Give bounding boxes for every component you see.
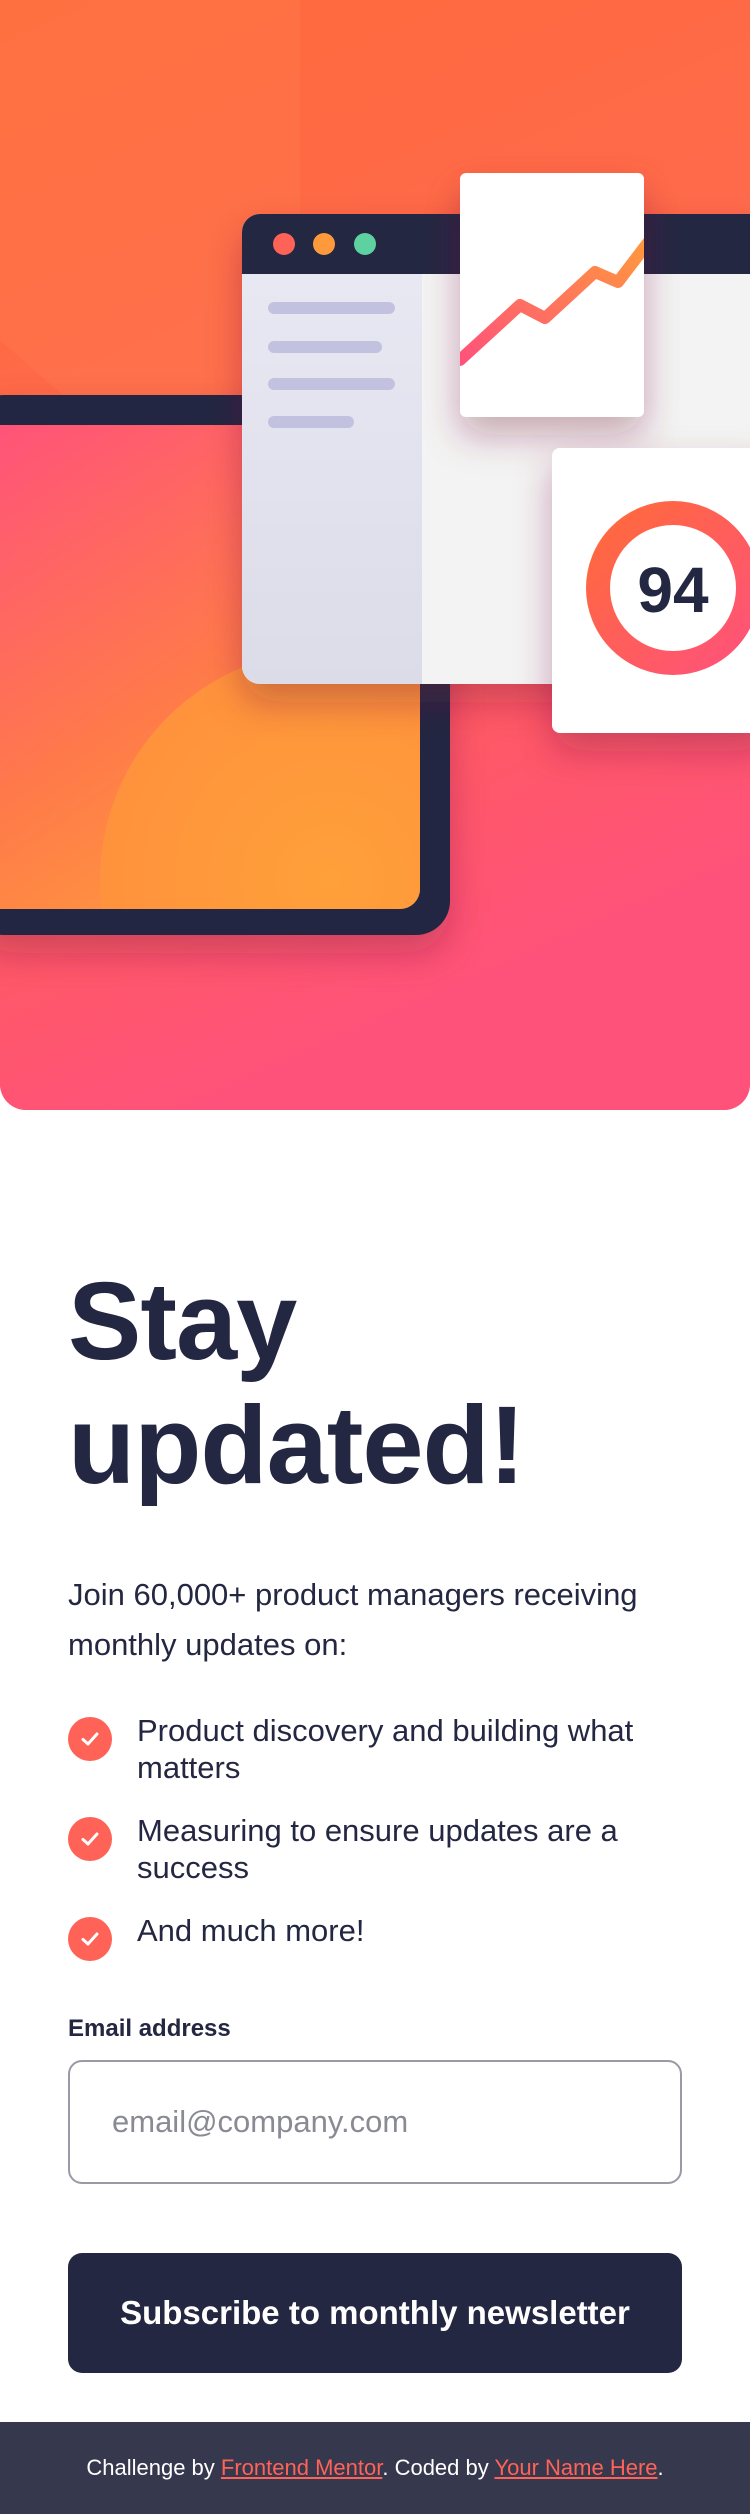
list-item: And much more! bbox=[68, 1912, 682, 1961]
footer: Challenge by Frontend Mentor. Coded by Y… bbox=[0, 2422, 750, 2514]
feature-text: And much more! bbox=[137, 1913, 365, 1948]
check-icon bbox=[68, 1917, 112, 1961]
check-icon bbox=[68, 1717, 112, 1761]
newsletter-content: Stay updated! Join 60,000+ product manag… bbox=[68, 1260, 682, 2373]
hero-illustration: 94 bbox=[0, 0, 750, 1110]
list-item: Product discovery and building what matt… bbox=[68, 1712, 682, 1786]
feature-list: Product discovery and building what matt… bbox=[68, 1712, 682, 1961]
list-item: Measuring to ensure updates are a succes… bbox=[68, 1812, 682, 1886]
email-field[interactable] bbox=[68, 2060, 682, 2184]
dashboard-illustration: 94 bbox=[0, 0, 750, 1110]
email-label: Email address bbox=[68, 2015, 231, 2042]
title-line-1: Stay bbox=[68, 1260, 297, 1383]
intro-text: Join 60,000+ product managers receiving … bbox=[68, 1577, 638, 1662]
attribution-suffix: . bbox=[657, 2455, 664, 2480]
check-icon bbox=[68, 1817, 112, 1861]
author-link[interactable]: Your Name Here bbox=[494, 2455, 657, 2480]
attribution-middle: . Coded by bbox=[382, 2455, 495, 2480]
attribution-prefix: Challenge by bbox=[86, 2455, 221, 2480]
title-line-2: updated! bbox=[68, 1384, 525, 1507]
feature-text: Measuring to ensure updates are a succes… bbox=[137, 1813, 618, 1885]
score-value: 94 bbox=[637, 554, 709, 626]
attribution: Challenge by Frontend Mentor. Coded by Y… bbox=[86, 2455, 663, 2481]
subscribe-button[interactable]: Subscribe to monthly newsletter bbox=[68, 2253, 682, 2373]
frontend-mentor-link[interactable]: Frontend Mentor bbox=[221, 2455, 382, 2480]
feature-text: Product discovery and building what matt… bbox=[137, 1713, 634, 1785]
page-title: Stay updated! bbox=[68, 1260, 682, 1508]
